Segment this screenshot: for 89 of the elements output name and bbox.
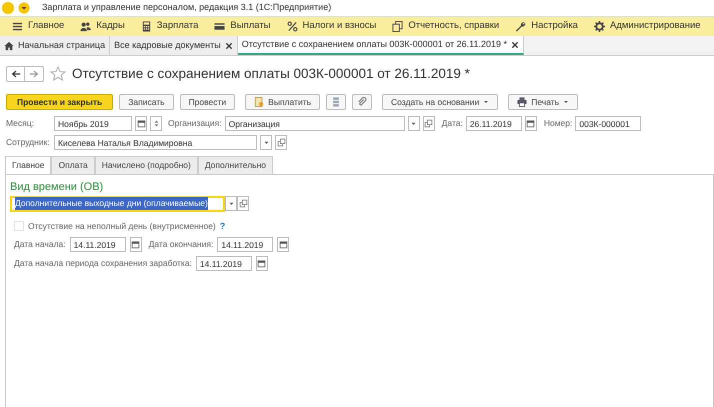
calendar-icon	[278, 240, 288, 249]
open-button[interactable]	[422, 116, 435, 132]
close-icon[interactable]	[511, 40, 520, 48]
section-button[interactable]: Настройка	[507, 17, 586, 36]
help-link[interactable]: ?	[220, 220, 226, 233]
wrench-icon	[515, 21, 526, 32]
checkbox-label: Отсутствие на неполный день (внутрисменное)	[28, 220, 216, 233]
open-button[interactable]	[275, 135, 287, 150]
field-label: Сотрудник:	[6, 136, 51, 150]
forward-icon[interactable]	[29, 69, 39, 80]
paperclip-icon	[357, 97, 368, 108]
window-title: Зарплата и управление персоналом, редакция 3.1 (1С:Предприятие)	[42, 1, 332, 14]
field-label: Организация:	[168, 117, 222, 130]
form-tab[interactable]: Дополнительно	[198, 156, 274, 174]
section-button[interactable]: Администрирование	[586, 17, 709, 36]
checkbox[interactable]	[14, 221, 24, 232]
people-icon	[80, 21, 92, 32]
gear-icon	[594, 21, 605, 32]
percent-icon	[286, 21, 298, 32]
create-based-on-button[interactable]: Создать на основании	[382, 94, 498, 110]
section-button[interactable]: Выплаты	[206, 17, 279, 36]
printer-icon	[517, 97, 528, 108]
toolbar-button[interactable]: Выплатить	[245, 94, 320, 110]
close-icon[interactable]	[224, 42, 233, 50]
input-field[interactable]: Киселева Наталья Владимировна	[54, 135, 257, 150]
field-label: Номер:	[544, 117, 572, 130]
dropdown-button[interactable]	[225, 196, 237, 211]
section-button[interactable]: Главное	[4, 17, 72, 36]
input-field[interactable]: 14.11.2019	[217, 237, 274, 252]
caret-icon	[563, 99, 570, 106]
form-tab[interactable]: Главное	[5, 156, 52, 174]
window-tab[interactable]: Начальная страница	[0, 36, 110, 55]
field-label: Дата:	[442, 117, 463, 130]
back-icon[interactable]	[10, 69, 20, 80]
spinner-icon	[152, 119, 160, 128]
calendar-button[interactable]	[277, 237, 290, 252]
dropdown-button[interactable]	[408, 116, 420, 132]
document-icon	[254, 97, 264, 108]
calendar-icon	[257, 259, 266, 268]
document-title: Отсутствие с сохранением оплаты 003К-000001 от 26.11.2019 *	[72, 65, 470, 83]
caret-icon	[483, 99, 490, 106]
window-tab[interactable]: Отсутствие с сохранением оплаты 003К-000001 от 26.11.2019 *	[238, 36, 524, 55]
open-icon	[276, 138, 286, 148]
calendar-icon	[131, 240, 140, 249]
select-field[interactable]: Дополнительные выходные дни (оплачиваемые)	[10, 196, 225, 212]
dropdown-button[interactable]	[260, 135, 272, 150]
toolbar-button[interactable]: Провести	[180, 94, 236, 110]
archive-icon	[331, 97, 342, 108]
calendar-button[interactable]	[524, 116, 537, 132]
spin-button[interactable]	[150, 116, 162, 132]
section-button[interactable]: Налоги и взносы	[278, 17, 384, 36]
tool-button[interactable]	[352, 94, 372, 110]
field-label: Дата окончания:	[148, 238, 214, 251]
tool-button[interactable]	[326, 94, 346, 110]
pages-icon	[392, 21, 404, 32]
calendar-button[interactable]	[135, 116, 147, 132]
form-tab[interactable]: Оплата	[51, 156, 95, 174]
field-label: Дата начала:	[14, 238, 66, 251]
open-icon	[238, 199, 248, 208]
print-button[interactable]: Печать	[508, 94, 578, 110]
calendar-button[interactable]	[130, 237, 142, 252]
calculator-icon	[140, 21, 152, 32]
form-tab[interactable]: Начислено (подробно)	[94, 156, 198, 174]
calendar-button[interactable]	[256, 256, 268, 271]
card-icon	[214, 21, 226, 32]
dropdown-icon[interactable]	[18, 2, 30, 14]
window-tab[interactable]: Все кадровые документы	[110, 36, 238, 55]
calendar-icon	[526, 119, 536, 128]
section-button[interactable]: Кадры	[72, 17, 133, 36]
input-field[interactable]: Ноябрь 2019	[54, 116, 132, 132]
input-field[interactable]: 26.11.2019	[466, 116, 522, 132]
field-label: Дата начала периода сохранения заработка:	[14, 257, 192, 270]
input-field[interactable]: Организация	[224, 116, 405, 132]
field-label: Месяц:	[6, 117, 35, 130]
menu-icon	[12, 21, 23, 32]
app-logo	[2, 2, 14, 14]
section-button[interactable]: Отчетность, справки	[384, 17, 508, 36]
input-field[interactable]: 14.11.2019	[196, 256, 252, 271]
section-button[interactable]: Зарплата	[132, 17, 206, 36]
open-icon	[424, 119, 434, 128]
section-heading: Вид времени (ОВ)	[10, 180, 104, 195]
input-field[interactable]: 003К-000001	[575, 116, 642, 132]
open-button[interactable]	[237, 196, 249, 211]
star-icon[interactable]	[50, 66, 66, 82]
home-icon	[4, 40, 14, 50]
toolbar-button[interactable]: Записать	[119, 94, 174, 110]
input-field[interactable]: 14.11.2019	[70, 237, 126, 252]
calendar-icon	[136, 119, 146, 128]
toolbar-button[interactable]: Провести и закрыть	[6, 94, 114, 110]
